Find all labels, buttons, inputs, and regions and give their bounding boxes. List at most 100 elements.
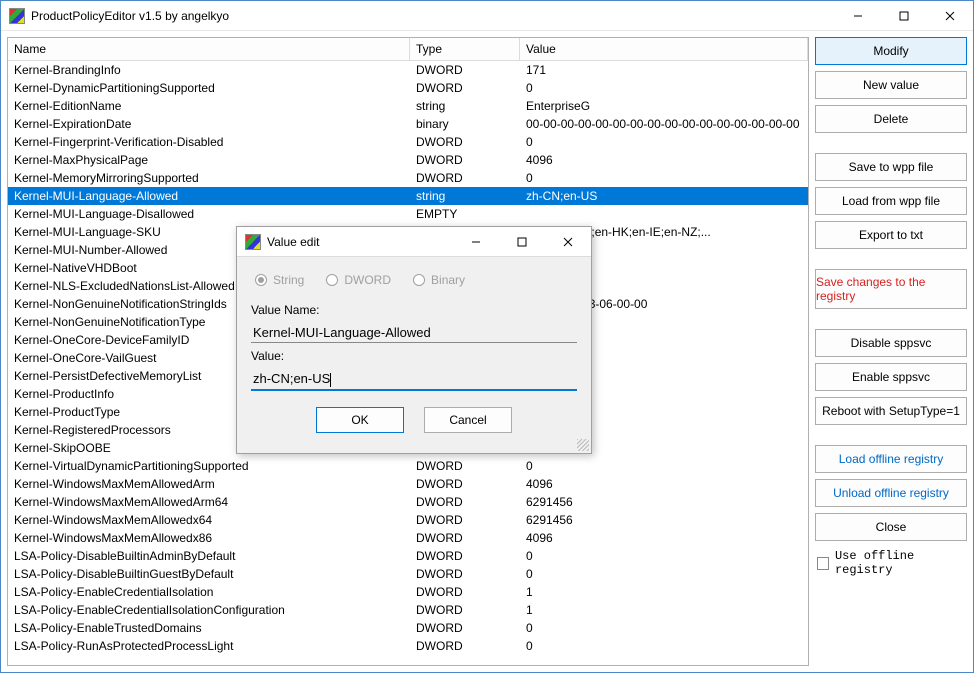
- table-row[interactable]: Kernel-MaxPhysicalPageDWORD4096: [8, 151, 808, 169]
- cell-type: DWORD: [410, 475, 520, 493]
- value-edit-dialog: Value edit String DWORD Binary Value Nam…: [236, 226, 592, 454]
- load-offline-button[interactable]: Load offline registry: [815, 445, 967, 473]
- dialog-close-button[interactable]: [545, 227, 591, 257]
- dialog-titlebar: Value edit: [237, 227, 591, 257]
- cancel-button[interactable]: Cancel: [424, 407, 512, 433]
- cell-name: LSA-Policy-DisableBuiltinGuestByDefault: [8, 565, 410, 583]
- resize-grip-icon[interactable]: [577, 439, 589, 451]
- disable-sppsvc-button[interactable]: Disable sppsvc: [815, 329, 967, 357]
- grid-header: Name Type Value: [8, 38, 808, 61]
- table-row[interactable]: Kernel-EditionNamestringEnterpriseG: [8, 97, 808, 115]
- ok-button[interactable]: OK: [316, 407, 404, 433]
- enable-sppsvc-button[interactable]: Enable sppsvc: [815, 363, 967, 391]
- cell-name: LSA-Policy-EnableCredentialIsolationConf…: [8, 601, 410, 619]
- table-row[interactable]: LSA-Policy-EnableCredentialIsolationConf…: [8, 601, 808, 619]
- cell-name: Kernel-MemoryMirroringSupported: [8, 169, 410, 187]
- cell-type: DWORD: [410, 601, 520, 619]
- table-row[interactable]: Kernel-WindowsMaxMemAllowedx64DWORD62914…: [8, 511, 808, 529]
- table-row[interactable]: Kernel-MUI-Language-Allowedstringzh-CN;e…: [8, 187, 808, 205]
- table-row[interactable]: Kernel-ExpirationDatebinary00-00-00-00-0…: [8, 115, 808, 133]
- cell-name: LSA-Policy-EnableCredentialIsolation: [8, 583, 410, 601]
- table-row[interactable]: Kernel-VirtualDynamicPartitioningSupport…: [8, 457, 808, 475]
- cell-value: 0: [520, 457, 808, 475]
- cell-value: [520, 205, 808, 223]
- table-row[interactable]: Kernel-WindowsMaxMemAllowedArm64DWORD629…: [8, 493, 808, 511]
- minimize-button[interactable]: [835, 1, 881, 31]
- cell-name: Kernel-MUI-Language-Allowed: [8, 187, 410, 205]
- new-value-button[interactable]: New value: [815, 71, 967, 99]
- cell-type: DWORD: [410, 583, 520, 601]
- cell-type: string: [410, 187, 520, 205]
- cell-type: DWORD: [410, 151, 520, 169]
- column-header-value[interactable]: Value: [520, 38, 808, 60]
- side-panel: Modify New value Delete Save to wpp file…: [815, 37, 973, 666]
- cell-value: 4096: [520, 475, 808, 493]
- table-row[interactable]: Kernel-WindowsMaxMemAllowedArmDWORD4096: [8, 475, 808, 493]
- use-offline-checkbox[interactable]: [817, 557, 829, 570]
- save-wpp-button[interactable]: Save to wpp file: [815, 153, 967, 181]
- cell-value: EnterpriseG: [520, 97, 808, 115]
- value-name-input[interactable]: Kernel-MUI-Language-Allowed: [251, 323, 577, 343]
- delete-button[interactable]: Delete: [815, 105, 967, 133]
- table-row[interactable]: Kernel-DynamicPartitioningSupportedDWORD…: [8, 79, 808, 97]
- use-offline-row[interactable]: Use offline registry: [815, 547, 967, 579]
- export-txt-button[interactable]: Export to txt: [815, 221, 967, 249]
- cell-value: 0: [520, 547, 808, 565]
- table-row[interactable]: LSA-Policy-DisableBuiltinGuestByDefaultD…: [8, 565, 808, 583]
- maximize-button[interactable]: [881, 1, 927, 31]
- cell-name: Kernel-MUI-Language-Disallowed: [8, 205, 410, 223]
- cell-name: Kernel-DynamicPartitioningSupported: [8, 79, 410, 97]
- cell-name: Kernel-WindowsMaxMemAllowedArm: [8, 475, 410, 493]
- unload-offline-button[interactable]: Unload offline registry: [815, 479, 967, 507]
- cell-value: 0: [520, 169, 808, 187]
- column-header-name[interactable]: Name: [8, 38, 410, 60]
- table-row[interactable]: Kernel-MemoryMirroringSupportedDWORD0: [8, 169, 808, 187]
- dialog-maximize-button[interactable]: [499, 227, 545, 257]
- cell-type: DWORD: [410, 619, 520, 637]
- cell-name: Kernel-VirtualDynamicPartitioningSupport…: [8, 457, 410, 475]
- table-row[interactable]: LSA-Policy-EnableTrustedDomainsDWORD0: [8, 619, 808, 637]
- cell-value: 171: [520, 61, 808, 79]
- window-title: ProductPolicyEditor v1.5 by angelkyo: [31, 9, 835, 23]
- close-button[interactable]: [927, 1, 973, 31]
- cell-value: 0: [520, 619, 808, 637]
- table-row[interactable]: Kernel-MUI-Language-DisallowedEMPTY: [8, 205, 808, 223]
- cell-value: zh-CN;en-US: [520, 187, 808, 205]
- column-header-type[interactable]: Type: [410, 38, 520, 60]
- save-registry-button[interactable]: Save changes to the registry: [815, 269, 967, 309]
- dialog-minimize-button[interactable]: [453, 227, 499, 257]
- cell-type: DWORD: [410, 565, 520, 583]
- value-label: Value:: [251, 349, 577, 363]
- close-app-button[interactable]: Close: [815, 513, 967, 541]
- cell-name: LSA-Policy-EnableTrustedDomains: [8, 619, 410, 637]
- cell-type: binary: [410, 115, 520, 133]
- load-wpp-button[interactable]: Load from wpp file: [815, 187, 967, 215]
- cell-type: string: [410, 97, 520, 115]
- dialog-body: String DWORD Binary Value Name: Kernel-M…: [237, 257, 591, 453]
- reboot-button[interactable]: Reboot with SetupType=1: [815, 397, 967, 425]
- cell-value: 0: [520, 133, 808, 151]
- cell-name: LSA-Policy-DisableBuiltinAdminByDefault: [8, 547, 410, 565]
- cell-type: EMPTY: [410, 205, 520, 223]
- cell-name: Kernel-MaxPhysicalPage: [8, 151, 410, 169]
- table-row[interactable]: LSA-Policy-DisableBuiltinAdminByDefaultD…: [8, 547, 808, 565]
- modify-button[interactable]: Modify: [815, 37, 967, 65]
- table-row[interactable]: Kernel-BrandingInfoDWORD171: [8, 61, 808, 79]
- table-row[interactable]: Kernel-Fingerprint-Verification-Disabled…: [8, 133, 808, 151]
- cell-value: 00-00-00-00-00-00-00-00-00-00-00-00-00-0…: [520, 115, 808, 133]
- cell-type: DWORD: [410, 493, 520, 511]
- cell-type: DWORD: [410, 457, 520, 475]
- cell-name: Kernel-EditionName: [8, 97, 410, 115]
- cell-name: Kernel-BrandingInfo: [8, 61, 410, 79]
- table-row[interactable]: LSA-Policy-RunAsProtectedProcessLightDWO…: [8, 637, 808, 655]
- cell-value: 4096: [520, 529, 808, 547]
- value-input[interactable]: zh-CN;en-US: [251, 369, 577, 391]
- table-row[interactable]: LSA-Policy-EnableCredentialIsolationDWOR…: [8, 583, 808, 601]
- cell-value: 6291456: [520, 511, 808, 529]
- table-row[interactable]: Kernel-WindowsMaxMemAllowedx86DWORD4096: [8, 529, 808, 547]
- cell-value: 0: [520, 637, 808, 655]
- cell-value: 1: [520, 601, 808, 619]
- cell-value: 4096: [520, 151, 808, 169]
- dialog-icon: [245, 234, 261, 250]
- cell-value: 0: [520, 565, 808, 583]
